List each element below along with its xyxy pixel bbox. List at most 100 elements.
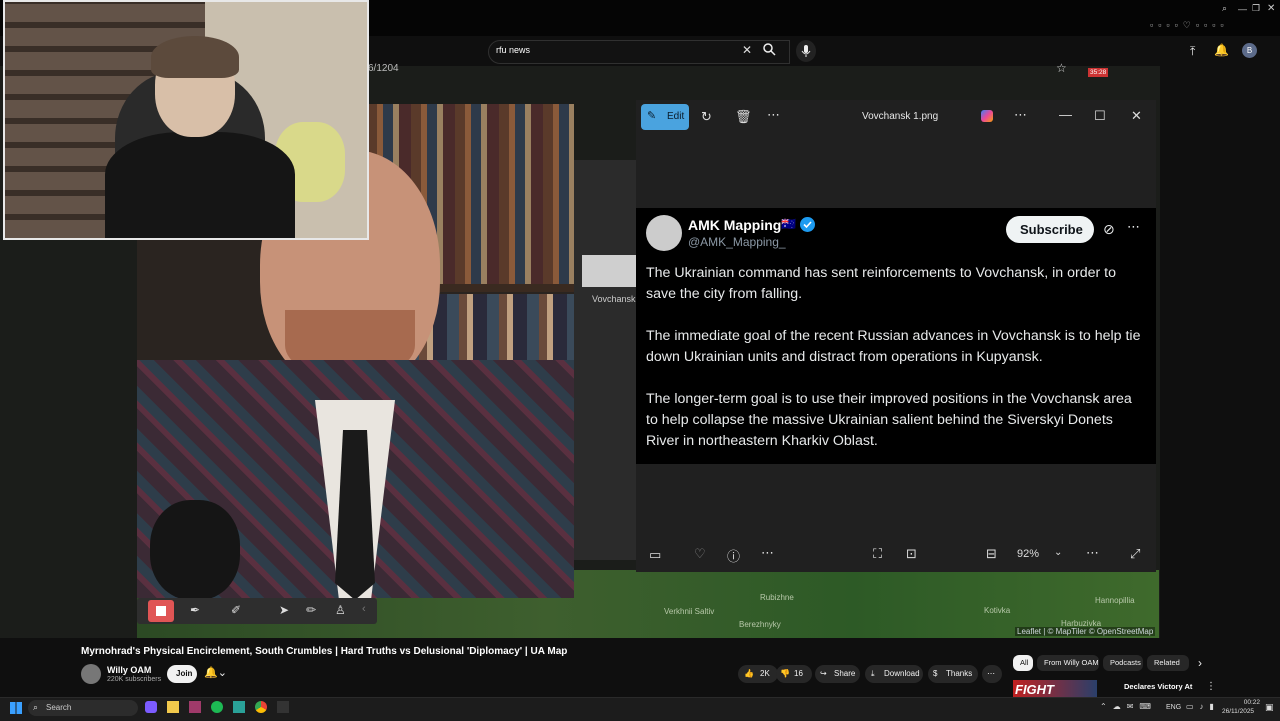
delete-icon[interactable]: 🗑 [735, 109, 752, 125]
share-button[interactable]: ↪ Share [815, 665, 860, 683]
download-icon: ⤓ [871, 669, 875, 678]
spotify-icon[interactable] [211, 701, 223, 713]
maximize-icon[interactable]: ☐ [1094, 108, 1106, 124]
voice-search-mic-icon[interactable] [796, 40, 816, 62]
tweet-paragraph-1: The Ukrainian command has sent reinforce… [646, 265, 1116, 302]
network-volume-icons[interactable]: ▭♪▮ [1186, 702, 1220, 711]
thanks-icon: $ [933, 669, 938, 678]
windows-start-icon[interactable] [10, 702, 22, 714]
tweet-handle: @AMK_Mapping_ [688, 235, 786, 249]
recommended-more-icon[interactable]: ⋮ [1206, 681, 1216, 692]
stop-recording-button[interactable] [148, 600, 174, 622]
clear-search-icon[interactable]: ✕ [742, 43, 752, 57]
verified-badge-icon [800, 217, 815, 232]
more-options-icon[interactable]: ⋯ [767, 107, 780, 123]
pen-off-icon[interactable]: ✒ [190, 603, 200, 617]
download-label: Download [884, 669, 920, 678]
streamer-body [105, 132, 295, 238]
timer-badge: 35:28 [1088, 68, 1109, 77]
search-query-text: rfu news [496, 45, 531, 55]
clock-time[interactable]: 00:22 [1230, 699, 1260, 706]
chip-from-channel[interactable]: From Willy OAM [1037, 655, 1099, 671]
channel-name[interactable]: Willy OAM [107, 665, 151, 675]
dislike-icon: 👎 [780, 669, 790, 678]
upload-icon[interactable]: ⤒ [1190, 44, 1195, 59]
chips-next-icon[interactable]: › [1198, 656, 1202, 670]
actual-size-icon[interactable]: ⊟ [986, 546, 997, 562]
recommended-title[interactable]: Declares Victory At [1124, 682, 1192, 691]
notification-icon[interactable]: ▣ [1265, 702, 1274, 713]
channel-subscribers: 220K subscribers [107, 676, 162, 683]
minimize-icon[interactable]: — [1059, 107, 1072, 122]
background-thumbnail-label: Vovchansk [592, 294, 636, 304]
rotate-icon[interactable]: ↻ [701, 109, 712, 125]
input-language[interactable]: ENG [1166, 704, 1181, 711]
bottom-more-icon[interactable]: ⋯ [761, 545, 774, 561]
window-restore-icon[interactable]: ❐ [1252, 3, 1260, 14]
chip-podcasts[interactable]: Podcasts [1103, 655, 1143, 671]
like-count: 2K [760, 669, 770, 678]
close-icon[interactable]: ✕ [1131, 108, 1142, 124]
microphone [150, 500, 240, 600]
system-tray-icons[interactable]: ⌃☁✉⌨ [1100, 702, 1157, 711]
download-button[interactable]: ⤓ Download [865, 665, 923, 683]
like-button[interactable]: 👍 2K [738, 665, 778, 683]
extension-icons[interactable]: ▫▫▫▫♡▫▫▫▫ [1150, 20, 1229, 31]
tweet-more-icon: ⋯ [1127, 219, 1140, 234]
chip-all[interactable]: All [1013, 655, 1033, 671]
thanks-button[interactable]: $ Thanks [928, 665, 978, 683]
highlighter-icon[interactable]: ✐ [231, 603, 241, 617]
zoom-more-icon[interactable]: ⋯ [1086, 545, 1099, 561]
window-close-icon[interactable]: ✕ [1267, 3, 1275, 14]
browser-search-icon[interactable]: ⌕ [1222, 3, 1227, 14]
file-explorer-icon[interactable] [167, 701, 179, 713]
window-minimize-icon[interactable]: — [1238, 4, 1247, 14]
titlebar-more-icon[interactable]: ⋯ [1014, 107, 1027, 123]
channel-avatar[interactable] [81, 664, 101, 684]
share-icon: ↪ [820, 669, 827, 678]
map-label: Kotivka [984, 606, 1011, 615]
app-icon[interactable] [189, 701, 201, 713]
taskbar-search[interactable] [28, 700, 138, 716]
zoom-level[interactable]: 92% [1017, 548, 1039, 560]
thanks-label: Thanks [946, 669, 973, 678]
filmstrip-icon[interactable]: ▭ [649, 547, 661, 563]
pencil-icon[interactable]: ✏ [306, 603, 316, 617]
video-title: Myrnohrad's Physical Encirclement, South… [81, 646, 568, 657]
more-actions-icon: ⋯ [987, 669, 995, 678]
chip-related[interactable]: Related [1147, 655, 1189, 671]
zoom-dropdown-icon[interactable]: ⌄ [1054, 547, 1062, 558]
app-icon[interactable] [277, 701, 289, 713]
map-attribution[interactable]: Leaflet | © MapTiler © OpenStreetMap [1015, 627, 1156, 636]
pointer-icon[interactable]: ➤ [279, 603, 289, 617]
dislike-button[interactable]: 👎 16 [776, 665, 812, 683]
fullscreen-icon[interactable]: ⤢ [1130, 546, 1140, 562]
clock-date[interactable]: 26/11/2025 [1222, 708, 1254, 715]
search-icon[interactable] [762, 42, 782, 60]
stamp-icon[interactable]: ♙ [335, 603, 346, 617]
app-icon[interactable] [233, 701, 245, 713]
collapse-toolbar-icon[interactable]: ‹ [362, 603, 366, 615]
background-thumbnail[interactable] [582, 255, 636, 287]
taskbar-search-icon: ⌕ [33, 702, 39, 712]
subscribed-bell-icon[interactable]: 🔔⌄ [204, 666, 227, 679]
favorite-icon[interactable]: ♡ [694, 546, 706, 562]
more-actions-button[interactable]: ⋯ [982, 665, 1002, 683]
streamer-hair [151, 36, 239, 78]
map-label: Rubizhne [760, 593, 794, 602]
recommended-thumbnail-text: FIGHT [1015, 682, 1054, 697]
like-icon: 👍 [744, 669, 754, 678]
taskbar-app-icons[interactable] [145, 701, 295, 715]
copilot-icon[interactable] [981, 110, 993, 122]
account-avatar[interactable]: B [1242, 43, 1257, 58]
text-scan-icon[interactable]: ⊡ [906, 546, 917, 562]
chrome-icon[interactable] [255, 701, 267, 713]
background-star-icon[interactable]: ☆ [1056, 61, 1067, 75]
share-label: Share [834, 669, 856, 678]
crop-scan-icon[interactable]: ⛶ [873, 546, 882, 562]
taskbar-search-placeholder: Search [46, 703, 72, 712]
info-icon[interactable]: ⓘ [727, 546, 740, 565]
tweet-paragraph-3: The longer-term goal is to use their imp… [646, 391, 1132, 449]
notifications-bell-icon[interactable]: 🔔 [1214, 43, 1229, 57]
copilot-app-icon[interactable] [145, 701, 157, 713]
